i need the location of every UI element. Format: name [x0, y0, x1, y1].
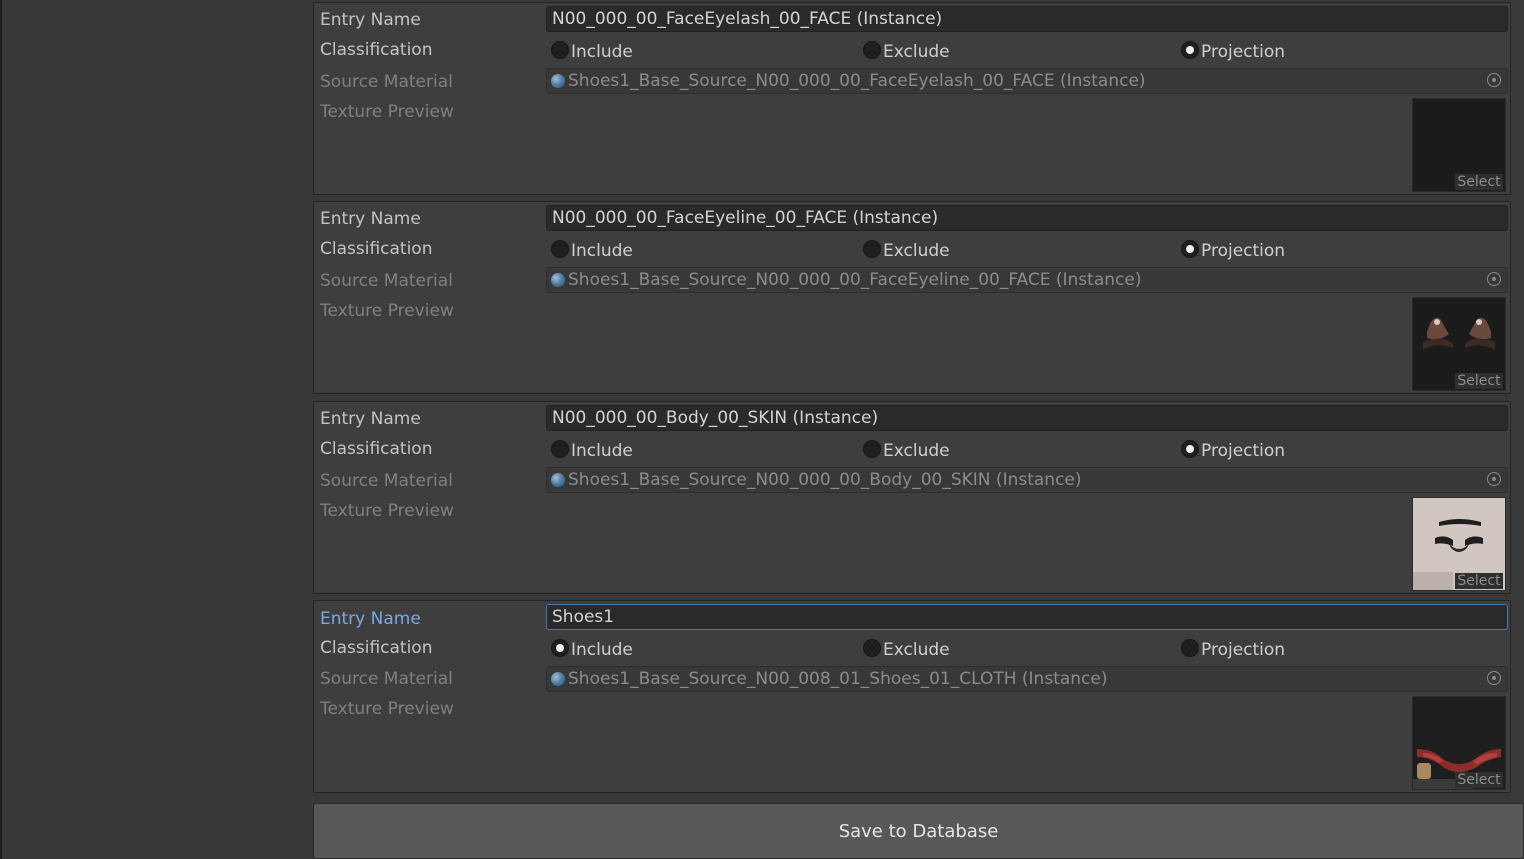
entry-name-label: Entry Name: [320, 10, 421, 30]
radio-on-icon: [1181, 41, 1199, 59]
entry-panel: Entry Name N00_000_00_Body_00_SKIN (Inst…: [313, 401, 1511, 594]
select-button[interactable]: Select: [1455, 373, 1503, 389]
texture-preview-label: Texture Preview: [320, 301, 454, 321]
radio-projection[interactable]: Projection: [1181, 439, 1285, 463]
material-icon: [551, 672, 565, 686]
inspector-root: Entry Name N00_000_00_FaceEyelash_00_FAC…: [0, 0, 1524, 859]
radio-exclude[interactable]: Exclude: [863, 239, 950, 263]
material-icon: [551, 74, 565, 88]
entry-name-field[interactable]: N00_000_00_Body_00_SKIN (Instance): [546, 405, 1508, 431]
save-to-database-button[interactable]: Save to Database: [313, 803, 1524, 859]
material-icon: [551, 273, 565, 287]
radio-exclude[interactable]: Exclude: [863, 439, 950, 463]
select-button[interactable]: Select: [1455, 174, 1503, 190]
source-material-label: Source Material: [320, 669, 453, 689]
object-picker-icon[interactable]: [1487, 472, 1501, 486]
texture-preview-label: Texture Preview: [320, 501, 454, 521]
material-icon: [551, 473, 565, 487]
radio-projection[interactable]: Projection: [1181, 638, 1285, 662]
radio-include[interactable]: Include: [551, 638, 633, 662]
classification-label: Classification: [320, 239, 433, 259]
radio-projection[interactable]: Projection: [1181, 40, 1285, 64]
radio-off-icon: [863, 440, 881, 458]
classification-label: Classification: [320, 439, 433, 459]
radio-exclude[interactable]: Exclude: [863, 638, 950, 662]
texture-thumbnail[interactable]: Select: [1412, 696, 1506, 790]
entry-panel: Entry Name N00_000_00_FaceEyeline_00_FAC…: [313, 201, 1511, 394]
object-picker-icon[interactable]: [1487, 272, 1501, 286]
entry-name-field[interactable]: N00_000_00_FaceEyelash_00_FACE (Instance…: [546, 6, 1508, 32]
entry-panel: Entry Name N00_000_00_FaceEyelash_00_FAC…: [313, 2, 1511, 195]
texture-preview-label: Texture Preview: [320, 102, 454, 122]
radio-off-icon: [551, 41, 569, 59]
source-material-field[interactable]: Shoes1_Base_Source_N00_008_01_Shoes_01_C…: [546, 666, 1508, 692]
radio-include[interactable]: Include: [551, 239, 633, 263]
radio-on-icon: [1181, 240, 1199, 258]
radio-exclude[interactable]: Exclude: [863, 40, 950, 64]
radio-off-icon: [551, 240, 569, 258]
radio-off-icon: [863, 639, 881, 657]
radio-projection[interactable]: Projection: [1181, 239, 1285, 263]
object-picker-icon[interactable]: [1487, 671, 1501, 685]
entry-name-label: Entry Name: [320, 609, 421, 629]
classification-label: Classification: [320, 40, 433, 60]
left-edge: [0, 0, 2, 859]
entry-name-label: Entry Name: [320, 409, 421, 429]
select-button[interactable]: Select: [1455, 573, 1503, 589]
texture-thumbnail[interactable]: Select: [1412, 98, 1506, 192]
radio-on-icon: [551, 639, 569, 657]
radio-off-icon: [863, 41, 881, 59]
radio-off-icon: [863, 240, 881, 258]
entry-name-field[interactable]: Shoes1: [546, 604, 1508, 630]
radio-include[interactable]: Include: [551, 40, 633, 64]
source-material-field[interactable]: Shoes1_Base_Source_N00_000_00_FaceEyelas…: [546, 68, 1508, 94]
radio-off-icon: [1181, 639, 1199, 657]
source-material-label: Source Material: [320, 271, 453, 291]
radio-on-icon: [1181, 440, 1199, 458]
object-picker-icon[interactable]: [1487, 73, 1501, 87]
classification-label: Classification: [320, 638, 433, 658]
source-material-label: Source Material: [320, 471, 453, 491]
radio-off-icon: [551, 440, 569, 458]
texture-preview-label: Texture Preview: [320, 699, 454, 719]
select-button[interactable]: Select: [1455, 772, 1503, 788]
texture-thumbnail[interactable]: Select: [1412, 297, 1506, 391]
entry-name-label: Entry Name: [320, 209, 421, 229]
entry-panel: Entry Name Shoes1 Classification Include…: [313, 600, 1511, 793]
source-material-label: Source Material: [320, 72, 453, 92]
source-material-field[interactable]: Shoes1_Base_Source_N00_000_00_FaceEyelin…: [546, 267, 1508, 293]
source-material-field[interactable]: Shoes1_Base_Source_N00_000_00_Body_00_SK…: [546, 467, 1508, 493]
texture-thumbnail[interactable]: Select: [1412, 497, 1506, 591]
entry-name-field[interactable]: N00_000_00_FaceEyeline_00_FACE (Instance…: [546, 205, 1508, 231]
radio-include[interactable]: Include: [551, 439, 633, 463]
right-scroll-area: [1511, 0, 1524, 800]
